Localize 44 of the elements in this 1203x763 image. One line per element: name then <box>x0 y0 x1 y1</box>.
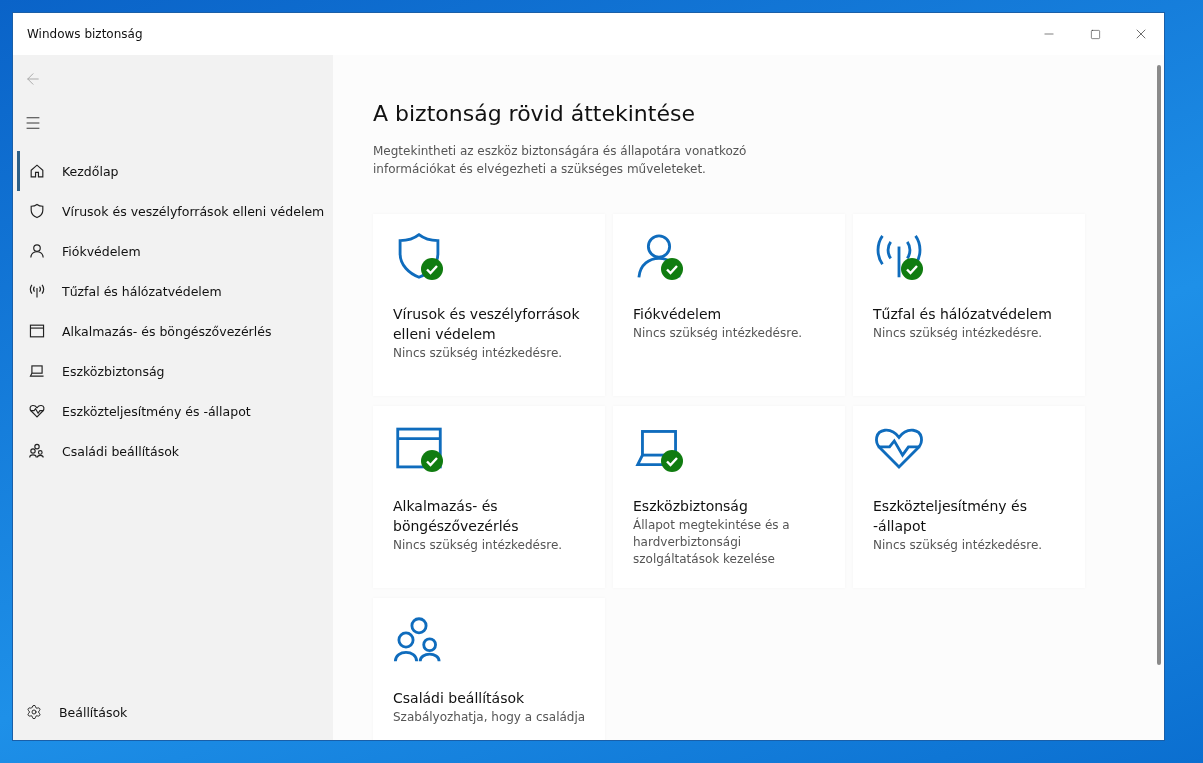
page-heading: A biztonság rövid áttekintése <box>373 101 696 126</box>
nav-item[interactable]: Alkalmazás- és böngészővezérlés <box>17 311 333 351</box>
card-status: Állapot megtekintése és a hardverbiztonsági szolgáltatások kezelése <box>633 517 791 568</box>
person-icon <box>29 243 45 259</box>
family-icon <box>29 443 45 459</box>
card-status: Nincs szükség intézkedésre. <box>393 537 563 554</box>
status-card[interactable]: Tűzfal és hálózatvédelem Nincs szükség intézkedésre. <box>853 214 1085 396</box>
menu-icon <box>24 114 42 132</box>
card-title: Fiókvédelem <box>633 305 722 324</box>
status-card[interactable]: Vírusok és veszélyforrások elleni védelem Nincs szükség intézkedésre. <box>373 214 605 396</box>
settings-link[interactable]: Beállítások <box>17 692 333 732</box>
nav-item[interactable]: Tűzfal és hálózatvédelem <box>17 271 333 311</box>
laptop-icon <box>29 363 45 379</box>
window-icon <box>29 323 45 339</box>
nav-item[interactable]: Családi beállítások <box>17 431 333 471</box>
status-card[interactable]: Alkalmazás- és böngészővezérlés Nincs szükség intézkedésre. <box>373 406 605 588</box>
card-status: Szabályozhatja, hogy a családja <box>393 709 586 726</box>
card-status: Nincs szükség intézkedésre. <box>633 325 803 342</box>
status-card[interactable]: Családi beállítások Szabályozhatja, hogy a családja <box>373 598 605 740</box>
nav-item[interactable]: Vírusok és veszélyforrások elleni védelem <box>17 191 333 231</box>
card-status: Nincs szükség intézkedésre. <box>873 537 1043 554</box>
card-title: Családi beállítások <box>393 689 525 708</box>
card-title: Tűzfal és hálózatvédelem <box>873 305 1052 324</box>
card-title: Alkalmazás- és böngészővezérlés <box>393 497 520 536</box>
settings-icon <box>26 704 42 720</box>
scrollbar[interactable] <box>1157 65 1161 665</box>
status-card[interactable]: Eszközbiztonság Állapot megtekintése és a hardverbiztonsági szolgáltatások kezelése <box>613 406 845 588</box>
card-status: Nincs szükség intézkedésre. <box>873 325 1043 342</box>
status-card[interactable]: Fiókvédelem Nincs szükség intézkedésre. <box>613 214 845 396</box>
home-icon <box>29 163 45 179</box>
card-title: Vírusok és veszélyforrások elleni védelem <box>393 305 581 344</box>
antenna-icon <box>29 283 45 299</box>
page-description: Megtekintheti az eszköz biztonságára és állapotára vonatkozó információkat és elvégezheti a szükséges műveleteket. <box>373 143 748 178</box>
card-title: Eszközteljesítmény és -állapot <box>873 497 1028 536</box>
nav-item[interactable]: Eszközteljesítmény és -állapot <box>17 391 333 431</box>
card-status: Nincs szükség intézkedésre. <box>393 345 563 362</box>
status-card[interactable]: Eszközteljesítmény és -állapot Nincs szükség intézkedésre. <box>853 406 1085 588</box>
heart-pulse-icon <box>29 403 45 419</box>
card-title: Eszközbiztonság <box>633 497 748 516</box>
nav-item[interactable]: Eszközbiztonság <box>17 351 333 391</box>
shield-icon <box>29 203 45 219</box>
nav-item[interactable]: Fiókvédelem <box>17 231 333 271</box>
maximize-icon <box>1089 28 1101 40</box>
window-title: Windows biztonság <box>27 27 144 41</box>
